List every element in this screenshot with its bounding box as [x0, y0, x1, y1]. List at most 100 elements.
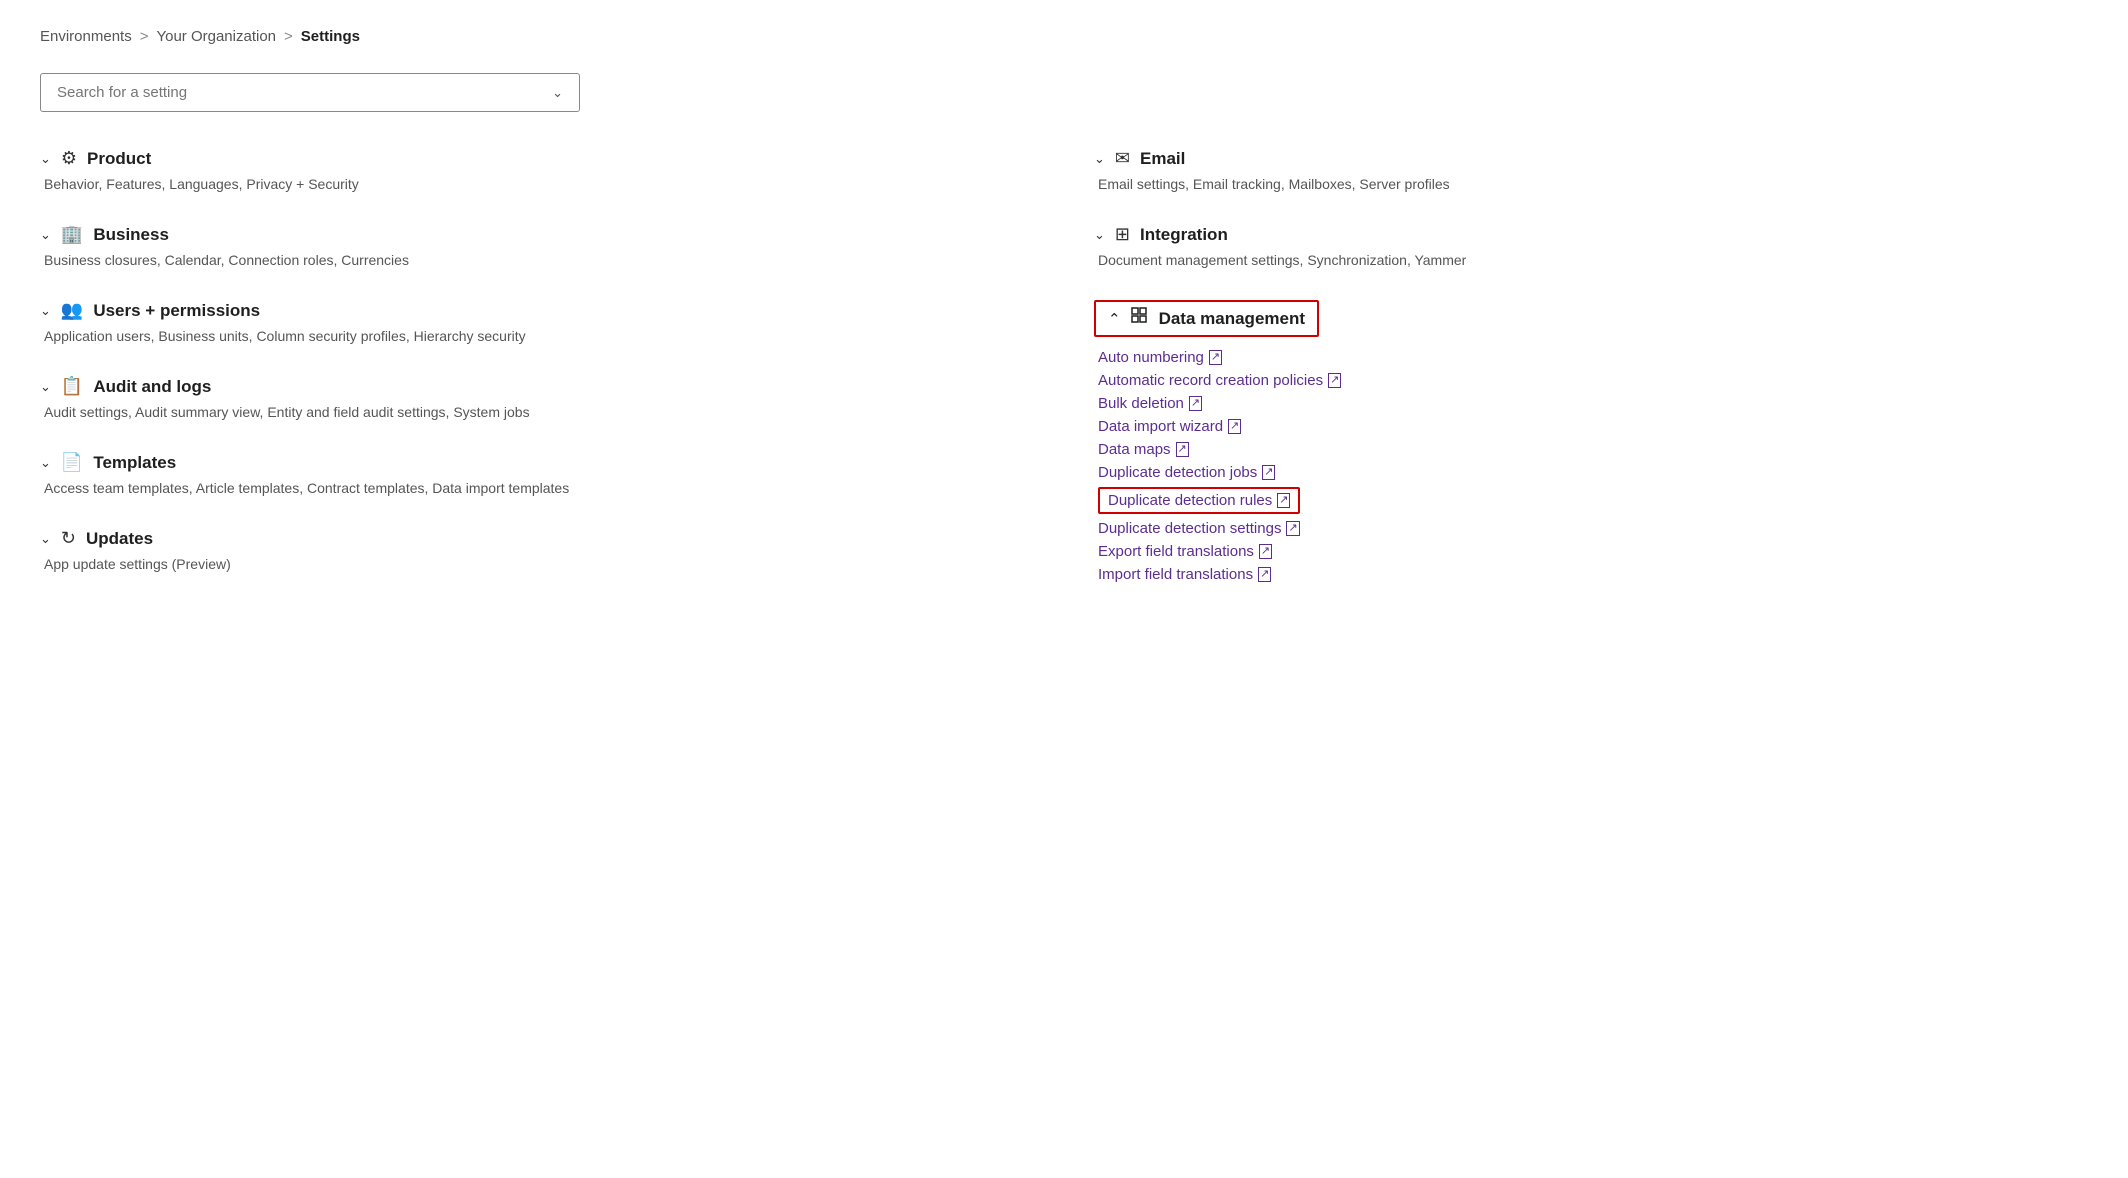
- chevron-data-mgmt-icon: ⌃: [1108, 310, 1121, 328]
- gear-icon: ⚙: [61, 148, 77, 169]
- templates-icon: 📄: [61, 452, 83, 473]
- section-product-desc: Behavior, Features, Languages, Privacy +…: [42, 176, 1034, 192]
- integration-icon: ⊞: [1115, 224, 1130, 245]
- bulk-deletion-label: Bulk deletion: [1098, 395, 1184, 412]
- link-item-data-import-wizard[interactable]: Data import wizard ↗: [1098, 418, 2088, 435]
- section-audit-header[interactable]: ⌄ 📋 Audit and logs: [40, 376, 1034, 397]
- chevron-business-icon: ⌄: [40, 227, 51, 243]
- section-templates-header[interactable]: ⌄ 📄 Templates: [40, 452, 1034, 473]
- link-item-dup-detection-settings[interactable]: Duplicate detection settings ↗: [1098, 520, 2088, 537]
- section-updates-header[interactable]: ⌄ ↻ Updates: [40, 528, 1034, 549]
- link-item-auto-numbering[interactable]: Auto numbering ↗: [1098, 349, 2088, 366]
- data-management-links: Auto numbering ↗ Automatic record creati…: [1094, 349, 2088, 583]
- external-link-icon-rules: ↗: [1277, 493, 1290, 508]
- chevron-updates-icon: ⌄: [40, 531, 51, 547]
- dup-detection-jobs-label: Duplicate detection jobs: [1098, 464, 1257, 481]
- audit-icon: 📋: [61, 376, 83, 397]
- updates-icon: ↻: [61, 528, 76, 549]
- section-integration-desc: Document management settings, Synchroniz…: [1096, 252, 2088, 268]
- external-link-icon-import: ↗: [1258, 567, 1271, 582]
- external-link-icon-jobs: ↗: [1262, 465, 1275, 480]
- link-item-bulk-deletion[interactable]: Bulk deletion ↗: [1098, 395, 2088, 412]
- breadcrumb-sep1: >: [140, 28, 149, 45]
- chevron-integration-icon: ⌄: [1094, 227, 1105, 243]
- section-templates-title: Templates: [93, 453, 176, 473]
- section-updates-desc: App update settings (Preview): [42, 556, 1034, 572]
- section-users: ⌄ 👥 Users + permissions Application user…: [40, 300, 1034, 344]
- arc-policies-link[interactable]: Automatic record creation policies ↗: [1098, 372, 1341, 389]
- external-link-icon-arc: ↗: [1328, 373, 1341, 388]
- data-maps-label: Data maps: [1098, 441, 1171, 458]
- section-integration-header[interactable]: ⌄ ⊞ Integration: [1094, 224, 2088, 245]
- external-link-icon-wizard: ↗: [1228, 419, 1241, 434]
- chevron-templates-icon: ⌄: [40, 455, 51, 471]
- external-link-icon-export: ↗: [1259, 544, 1272, 559]
- section-users-desc: Application users, Business units, Colum…: [42, 328, 1034, 344]
- link-item-data-maps[interactable]: Data maps ↗: [1098, 441, 2088, 458]
- link-item-arc-policies[interactable]: Automatic record creation policies ↗: [1098, 372, 2088, 389]
- dup-detection-rules-label: Duplicate detection rules: [1108, 492, 1272, 509]
- breadcrumb-environments[interactable]: Environments: [40, 28, 132, 45]
- section-users-header[interactable]: ⌄ 👥 Users + permissions: [40, 300, 1034, 321]
- section-data-management: ⌃ Data management Auto numbering: [1094, 300, 2088, 583]
- breadcrumb-org[interactable]: Your Organization: [156, 28, 276, 45]
- link-item-import-field-translations[interactable]: Import field translations ↗: [1098, 566, 2088, 583]
- section-integration: ⌄ ⊞ Integration Document management sett…: [1094, 224, 2088, 268]
- settings-layout: ⌄ ⚙ Product Behavior, Features, Language…: [40, 148, 2088, 615]
- section-product-title: Product: [87, 149, 151, 169]
- link-item-dup-detection-rules[interactable]: Duplicate detection rules ↗: [1098, 487, 2088, 514]
- import-field-translations-label: Import field translations: [1098, 566, 1253, 583]
- data-management-icon: [1131, 307, 1149, 330]
- section-product: ⌄ ⚙ Product Behavior, Features, Language…: [40, 148, 1034, 192]
- section-updates: ⌄ ↻ Updates App update settings (Preview…: [40, 528, 1034, 572]
- link-item-dup-detection-jobs[interactable]: Duplicate detection jobs ↗: [1098, 464, 2088, 481]
- section-data-management-title: Data management: [1159, 309, 1305, 329]
- external-link-icon: ↗: [1209, 350, 1222, 365]
- left-column: ⌄ ⚙ Product Behavior, Features, Language…: [40, 148, 1034, 615]
- section-data-management-header[interactable]: ⌃ Data management: [1094, 300, 1319, 337]
- external-link-icon-bulk: ↗: [1189, 396, 1202, 411]
- auto-numbering-label: Auto numbering: [1098, 349, 1204, 366]
- chevron-audit-icon: ⌄: [40, 379, 51, 395]
- section-business: ⌄ 🏢 Business Business closures, Calendar…: [40, 224, 1034, 268]
- section-templates-desc: Access team templates, Article templates…: [42, 480, 1034, 496]
- bulk-deletion-link[interactable]: Bulk deletion ↗: [1098, 395, 1202, 412]
- chevron-down-icon: ⌄: [552, 85, 563, 101]
- section-product-header[interactable]: ⌄ ⚙ Product: [40, 148, 1034, 169]
- right-column: ⌄ ✉ Email Email settings, Email tracking…: [1094, 148, 2088, 615]
- import-field-translations-link[interactable]: Import field translations ↗: [1098, 566, 1271, 583]
- search-bar[interactable]: ⌄: [40, 73, 580, 112]
- building-icon: 🏢: [61, 224, 83, 245]
- chevron-users-icon: ⌄: [40, 303, 51, 319]
- section-email-header[interactable]: ⌄ ✉ Email: [1094, 148, 2088, 169]
- section-updates-title: Updates: [86, 529, 153, 549]
- chevron-email-icon: ⌄: [1094, 151, 1105, 167]
- chevron-product-icon: ⌄: [40, 151, 51, 167]
- dup-detection-settings-label: Duplicate detection settings: [1098, 520, 1281, 537]
- dup-detection-rules-link[interactable]: Duplicate detection rules ↗: [1098, 487, 1300, 514]
- section-email: ⌄ ✉ Email Email settings, Email tracking…: [1094, 148, 2088, 192]
- auto-numbering-link[interactable]: Auto numbering ↗: [1098, 349, 1222, 366]
- section-email-desc: Email settings, Email tracking, Mailboxe…: [1096, 176, 2088, 192]
- breadcrumb-settings: Settings: [301, 28, 360, 45]
- dup-detection-jobs-link[interactable]: Duplicate detection jobs ↗: [1098, 464, 1275, 481]
- external-link-icon-settings: ↗: [1286, 521, 1299, 536]
- email-icon: ✉: [1115, 148, 1130, 169]
- section-audit-title: Audit and logs: [93, 377, 211, 397]
- data-import-wizard-link[interactable]: Data import wizard ↗: [1098, 418, 1241, 435]
- breadcrumb-sep2: >: [284, 28, 293, 45]
- section-email-title: Email: [1140, 149, 1185, 169]
- section-templates: ⌄ 📄 Templates Access team templates, Art…: [40, 452, 1034, 496]
- section-integration-title: Integration: [1140, 225, 1228, 245]
- data-maps-link[interactable]: Data maps ↗: [1098, 441, 1189, 458]
- export-field-translations-link[interactable]: Export field translations ↗: [1098, 543, 1272, 560]
- dup-detection-settings-link[interactable]: Duplicate detection settings ↗: [1098, 520, 1300, 537]
- section-audit: ⌄ 📋 Audit and logs Audit settings, Audit…: [40, 376, 1034, 420]
- link-item-export-field-translations[interactable]: Export field translations ↗: [1098, 543, 2088, 560]
- section-business-header[interactable]: ⌄ 🏢 Business: [40, 224, 1034, 245]
- search-input[interactable]: [57, 84, 552, 101]
- section-audit-desc: Audit settings, Audit summary view, Enti…: [42, 404, 1034, 420]
- arc-policies-label: Automatic record creation policies: [1098, 372, 1323, 389]
- section-business-title: Business: [93, 225, 169, 245]
- section-users-title: Users + permissions: [93, 301, 260, 321]
